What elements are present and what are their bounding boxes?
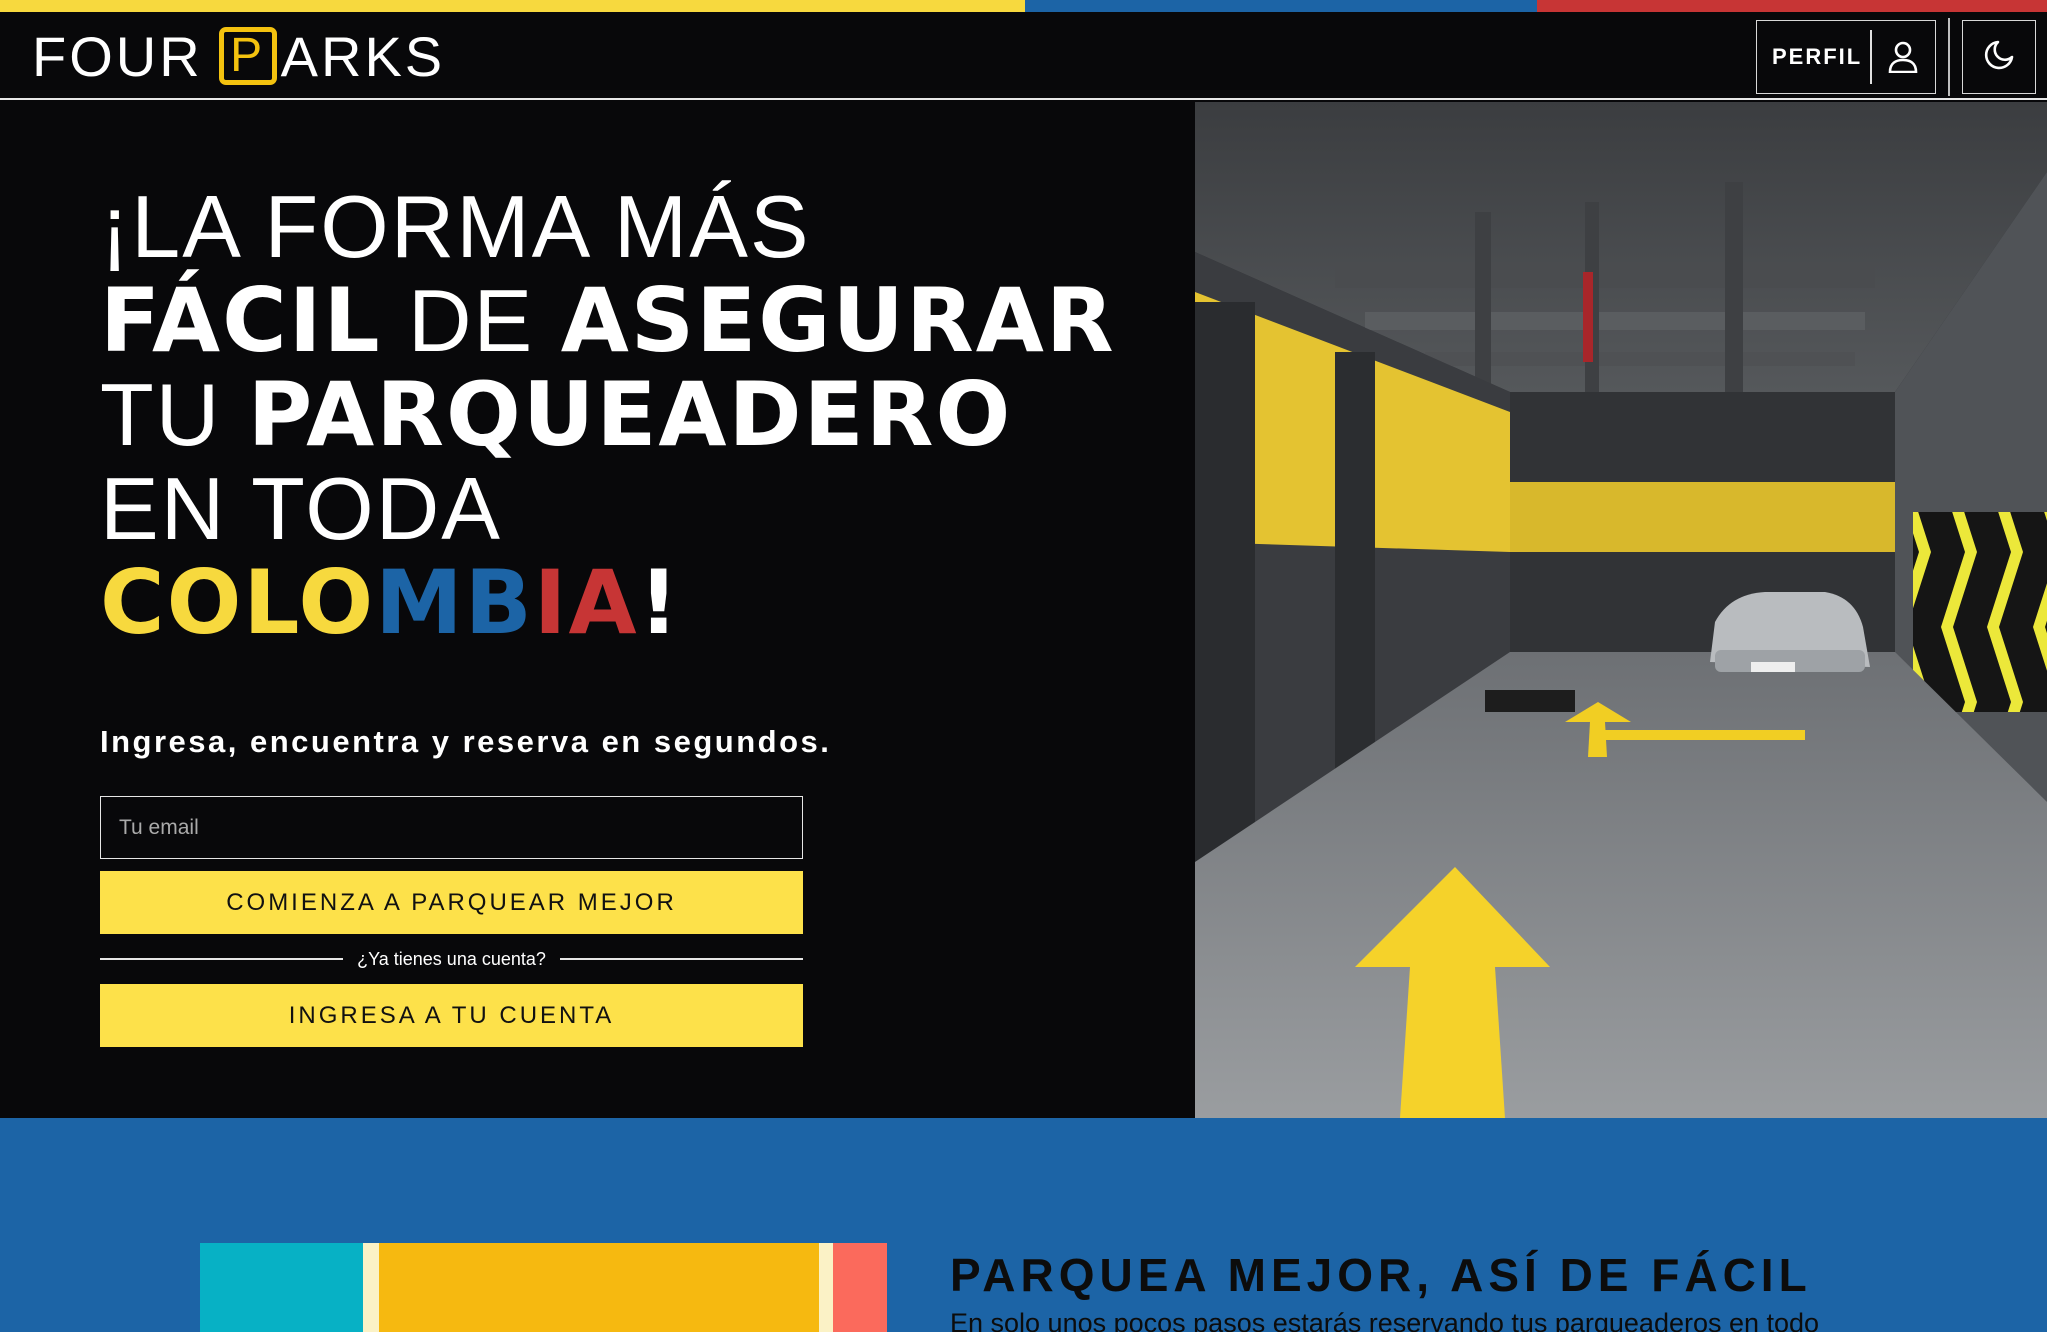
flag-strip — [0, 0, 2047, 12]
parking-garage-illustration — [1195, 102, 2047, 1118]
flag-red — [1537, 0, 2047, 12]
headline-tu: TU — [100, 365, 248, 464]
divider-line-right — [559, 958, 803, 960]
hero-headline: ¡LA FORMA MÁS FÁCIL DE ASEGURAR TU PARQU… — [100, 180, 1200, 650]
header-divider — [1948, 18, 1950, 96]
parking-garage-image — [1195, 102, 2047, 1118]
feature-illustration-amber — [379, 1243, 819, 1332]
header: FOUR P ARKS PERFIL — [0, 12, 2047, 100]
user-icon — [1872, 20, 1935, 94]
headline-easy: FÁCIL — [100, 269, 382, 372]
login-button[interactable]: INGRESA A TU CUENTA — [100, 984, 803, 1047]
headline-de: DE — [381, 271, 561, 370]
profile-button[interactable]: PERFIL — [1756, 20, 1936, 94]
colombia-red: IA — [533, 551, 639, 654]
page: FOUR P ARKS PERFIL ¡LA FORMA MÁS FÁCIL D… — [0, 0, 2047, 1332]
features-text: En solo unos pocos pasos estarás reserva… — [950, 1308, 1820, 1332]
hero-subtitle: Ingresa, encuentra y reserva en segundos… — [100, 724, 832, 759]
logo-text-left: FOUR — [32, 24, 203, 88]
features-title: PARQUEA MEJOR, ASÍ DE FÁCIL — [950, 1249, 1812, 1301]
flag-yellow — [0, 0, 1025, 12]
divider-line-left — [100, 958, 344, 960]
headline-parking: PARQUEADERO — [247, 363, 1013, 466]
headline-secure: ASEGURAR — [560, 269, 1116, 372]
logo-text-right: ARKS — [280, 24, 446, 88]
headline-line-1: ¡LA FORMA MÁS — [100, 177, 811, 276]
email-input[interactable] — [100, 796, 803, 859]
feature-illustration-cream — [363, 1243, 379, 1332]
theme-toggle-button[interactable] — [1962, 20, 2036, 94]
headline-colombia: COLOMBIA! — [100, 556, 1200, 650]
flag-blue — [1025, 0, 1537, 12]
feature-illustration-cream-2 — [819, 1243, 833, 1332]
account-divider: ¿Ya tienes una cuenta? — [100, 945, 803, 973]
feature-illustration-teal — [200, 1243, 363, 1332]
moon-icon — [1982, 38, 2016, 76]
colombia-exclaim: ! — [638, 551, 681, 654]
logo[interactable]: FOUR P ARKS — [32, 24, 445, 88]
colombia-blue: MB — [375, 551, 534, 654]
feature-illustration — [200, 1243, 887, 1332]
logo-parking-icon: P — [218, 27, 277, 85]
colombia-yellow: COLO — [100, 551, 376, 654]
start-parking-button[interactable]: COMIENZA A PARQUEAR MEJOR — [100, 871, 803, 934]
profile-label: PERFIL — [1772, 44, 1863, 69]
features-section: PARQUEA MEJOR, ASÍ DE FÁCIL En solo unos… — [0, 1118, 2047, 1332]
feature-illustration-coral — [833, 1243, 887, 1332]
account-question: ¿Ya tienes una cuenta? — [357, 948, 546, 969]
headline-line-4: EN TODA — [100, 459, 502, 558]
